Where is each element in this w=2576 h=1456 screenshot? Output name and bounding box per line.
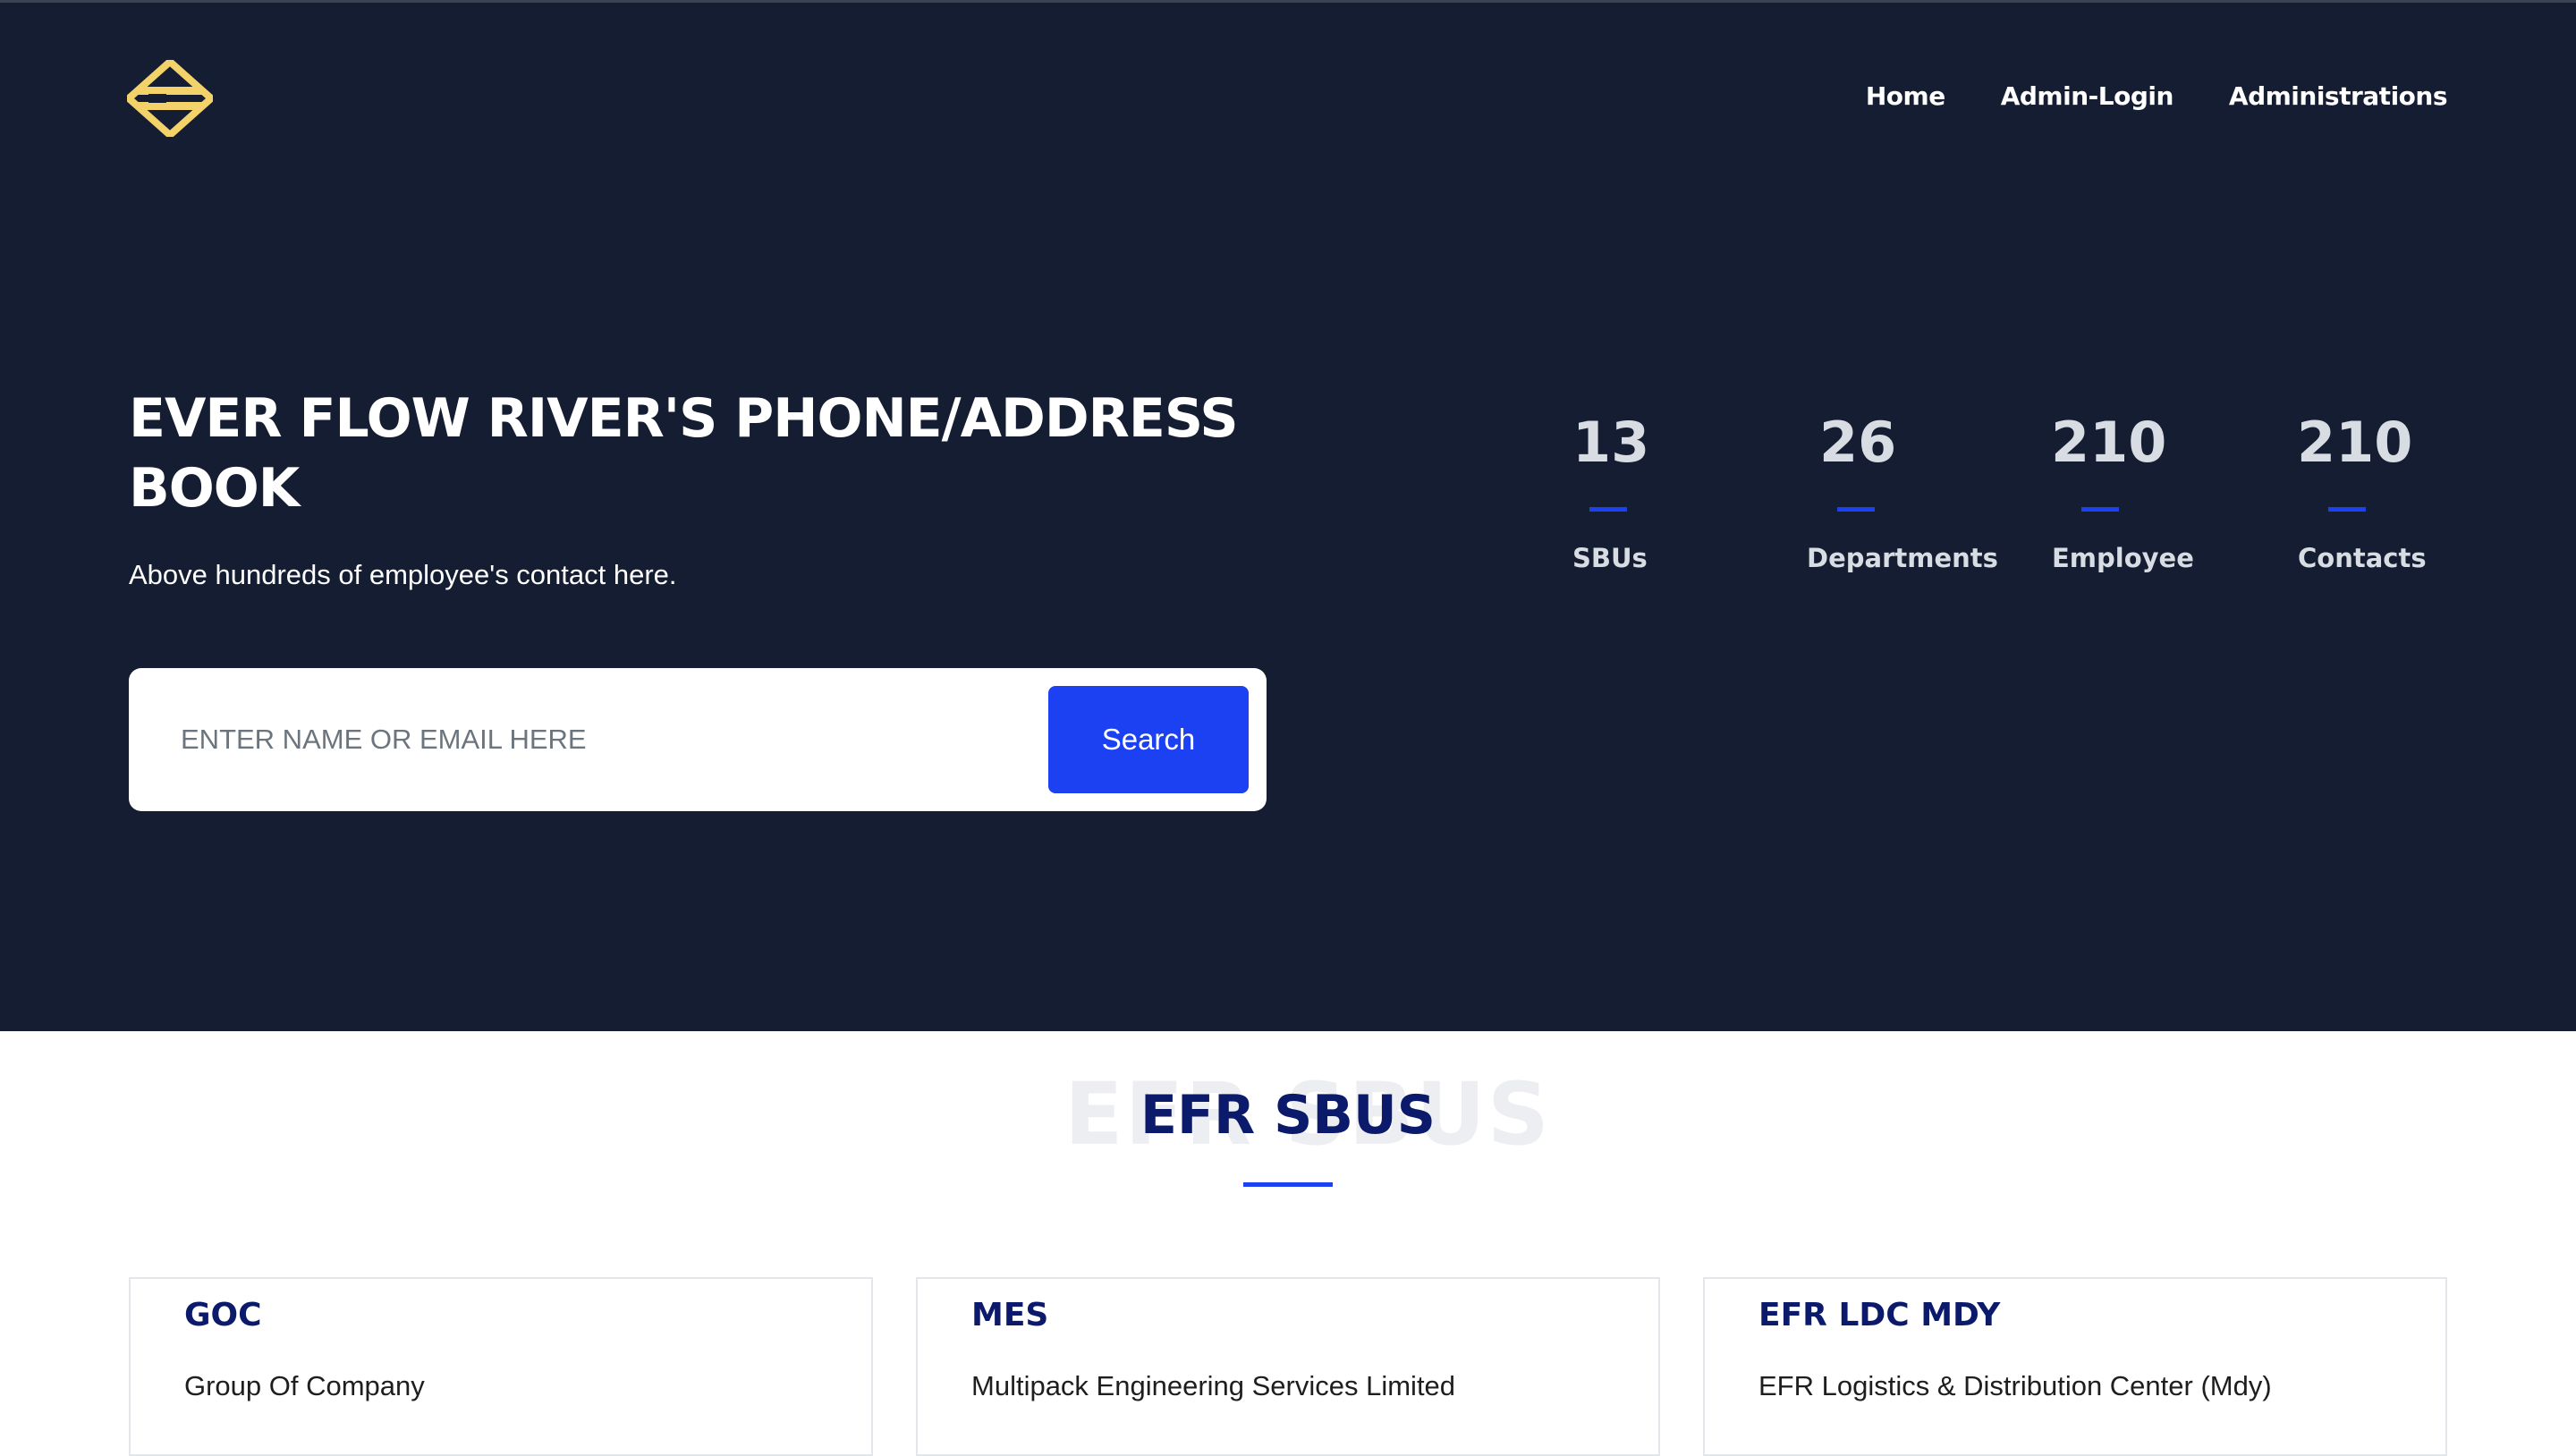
sbu-code: GOC	[184, 1297, 262, 1333]
efr-logo-icon[interactable]	[125, 58, 215, 139]
sbu-code: EFR LDC MDY	[1758, 1297, 2001, 1333]
stat-underline	[2081, 507, 2119, 512]
stat-label: Contacts	[2298, 543, 2427, 573]
section-title: EFR SBUS	[1140, 1084, 1436, 1147]
stat-value: 210	[2297, 410, 2413, 475]
stat-label: Employee	[2052, 543, 2194, 573]
stat-underline	[1837, 507, 1875, 512]
stat-label: Departments	[1807, 543, 1998, 573]
sbu-card[interactable]: GOC Group Of Company	[129, 1277, 873, 1456]
search-button[interactable]: Search	[1048, 686, 1249, 793]
sbu-card[interactable]: MES Multipack Engineering Services Limit…	[916, 1277, 1660, 1456]
nav-admin-login-link[interactable]: Admin-Login	[2001, 81, 2174, 111]
stat-departments: 26 Departments	[1807, 409, 2052, 573]
stat-employee: 210 Employee	[2051, 409, 2284, 573]
stat-underline	[2328, 507, 2366, 512]
stat-value: 210	[2051, 410, 2167, 475]
nav-administrations-link[interactable]: Administrations	[2229, 81, 2448, 111]
page-title: EVER FLOW RIVER'S PHONE/ADDRESS BOOK	[129, 387, 1239, 520]
sbus-section-header: EFR SBUS EFR SBUS	[0, 1064, 2576, 1189]
section-underline	[1243, 1182, 1333, 1187]
sbu-code: MES	[971, 1297, 1049, 1333]
search-input[interactable]	[181, 704, 1075, 775]
stat-value: 26	[1819, 410, 1897, 475]
nav-home-link[interactable]: Home	[1866, 81, 1945, 111]
top-nav: Home Admin-Login Administrations	[1866, 81, 2448, 111]
sbu-name: Multipack Engineering Services Limited	[971, 1370, 1456, 1401]
hero-section: Home Admin-Login Administrations EVER FL…	[0, 0, 2576, 1031]
stat-contacts: 210 Contacts	[2297, 409, 2529, 573]
stat-sbus: 13 SBUs	[1572, 409, 1805, 573]
stat-underline	[1589, 507, 1627, 512]
stat-label: SBUs	[1572, 543, 1648, 573]
search-box: Search	[129, 668, 1267, 811]
sbu-name: Group Of Company	[184, 1370, 425, 1401]
sbu-name: EFR Logistics & Distribution Center (Mdy…	[1758, 1370, 2272, 1401]
sbu-card[interactable]: EFR LDC MDY EFR Logistics & Distribution…	[1703, 1277, 2447, 1456]
hero-subtitle: Above hundreds of employee's contact her…	[129, 559, 677, 590]
stat-value: 13	[1572, 410, 1650, 475]
